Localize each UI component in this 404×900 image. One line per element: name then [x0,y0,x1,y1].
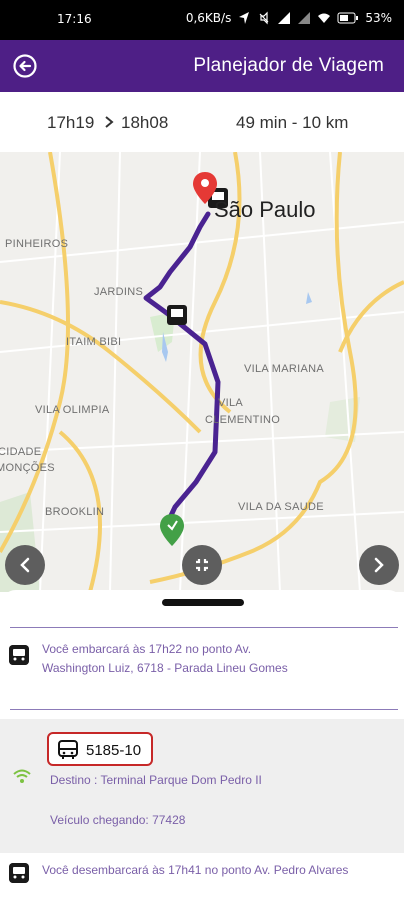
bus-icon [58,740,78,759]
map-label: JARDINS [94,286,144,298]
arrive-time: 18h08 [121,113,169,132]
signal-icon-2 [298,12,311,24]
origin-marker-icon [160,514,184,546]
bus-stop-icon [167,305,187,325]
battery-percent: 53% [365,11,392,25]
map-label: VILA DA SAUDE [238,501,324,513]
mute-icon [259,11,269,25]
map-label: VILA OLIMPIA [35,404,110,416]
app-bar: Planejador de Viagem [0,40,404,92]
line-destination: Destino : Terminal Parque Dom Pedro II [50,773,262,787]
map-label: VILA [218,397,244,409]
map-label: CIDADE [0,446,42,458]
net-speed: 0,6KB/s [185,11,232,25]
wifi-icon [318,13,331,23]
vehicle-arriving: Veículo chegando: 77428 [50,813,186,827]
map-label: ITAIM BIBI [66,336,122,348]
map-label: PINHEIROS [5,238,69,250]
chevron-left-icon [20,557,30,573]
status-bar: 17:16 0,6KB/s 53% [0,0,404,40]
divider [10,627,398,628]
map-city-label: São Paulo [214,197,316,222]
signal-icon [278,12,291,24]
duration-distance: 49 min - 10 km [236,113,349,132]
map-label: BROOKLIN [45,506,105,518]
map-label: VILA MARIANA [244,363,325,375]
map-canvas [0,152,404,592]
fit-bounds-icon [196,559,208,571]
alight-instruction: Você desembarcará às 17h41 no ponto Av. … [42,863,349,877]
board-instruction: Você embarcará às 17h22 no ponto Av. Was… [42,642,288,675]
depart-time: 17h19 [47,113,95,132]
next-step-button[interactable] [359,545,399,585]
trip-summary: 17h19 18h08 49 min - 10 km [0,92,404,152]
map-label: CLEMENTINO [205,414,281,426]
chevron-right-icon [105,116,114,128]
chevron-right-icon [374,557,384,573]
map-label: MONÇÕES [0,462,55,474]
page-title: Planejador de Viagem [193,55,384,76]
back-arrow-circle-icon[interactable] [12,53,38,79]
bus-icon [9,645,29,665]
line-badge[interactable]: 5185-10 [47,732,153,766]
status-time: 17:16 [57,12,92,26]
sheet-drag-handle[interactable] [162,599,244,606]
route-map[interactable]: São Paulo PINHEIROS JARDINS ITAIM BIBI V… [0,152,404,592]
divider [10,709,398,710]
status-icons: 0,6KB/s 53% [186,11,392,25]
previous-step-button[interactable] [5,545,45,585]
line-number: 5185-10 [86,742,142,759]
bus-icon [9,863,29,883]
battery-icon [337,12,359,24]
realtime-signal-icon [13,769,31,783]
location-icon [239,12,250,24]
recenter-map-button[interactable] [182,545,222,585]
